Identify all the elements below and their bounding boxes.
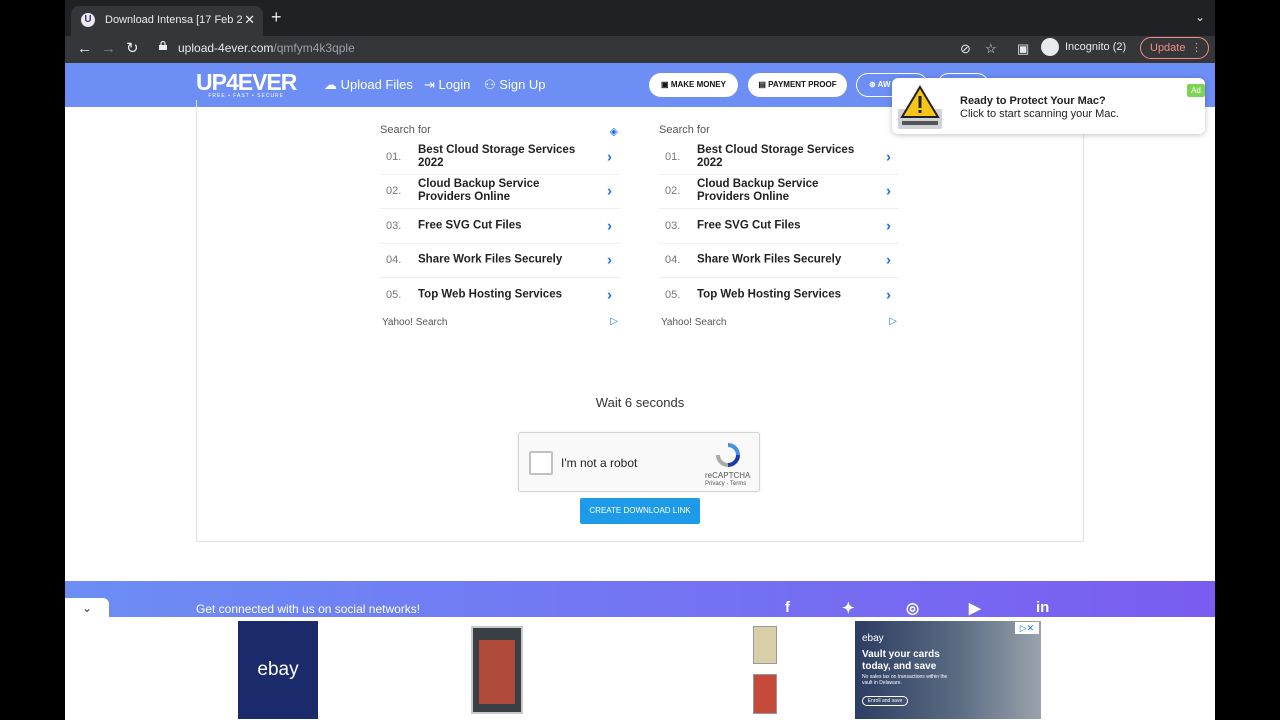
collapse-ad-button[interactable]: ⌄ [65, 598, 109, 618]
adchoices-icon[interactable]: ▷ [610, 316, 618, 327]
browser-window: U Download Intensa [17 Feb 2022 ✕ + ⌄ ← … [65, 0, 1215, 720]
ads-footer: Yahoo! Search ▷ [382, 315, 618, 328]
popup-subtitle: Click to start scanning your Mac. [960, 108, 1119, 120]
ads-footer: Yahoo! Search ▷ [661, 315, 897, 328]
ad-row[interactable]: 01. Best Cloud Storage Services 2022 › [659, 140, 899, 175]
chevron-right-icon: › [886, 148, 891, 166]
ad-row[interactable]: 02. Cloud Backup Service Providers Online… [659, 175, 899, 209]
ad-row[interactable]: 03. Free SVG Cut Files › [380, 209, 620, 244]
ad-row[interactable]: 05. Top Web Hosting Services › [380, 278, 620, 313]
incognito-indicator[interactable]: Incognito (2) [1041, 38, 1126, 58]
enroll-button[interactable]: Enroll and save [862, 696, 908, 706]
ad-row[interactable]: 03. Free SVG Cut Files › [659, 209, 899, 244]
search-ads-right: Search for 01. Best Cloud Storage Service… [659, 124, 899, 329]
bottom-banner-ad[interactable]: ebay ebay Vault your cards today, and sa… [65, 617, 1215, 720]
instagram-icon[interactable]: ◎ [906, 599, 919, 617]
nav-login[interactable]: ⇥ Login [424, 77, 470, 93]
eye-slash-icon[interactable]: ◈ [610, 125, 618, 138]
tab-bar: U Download Intensa [17 Feb 2022 ✕ + ⌄ [65, 0, 1215, 36]
facebook-icon[interactable]: f [785, 599, 790, 616]
chevron-right-icon: › [886, 286, 891, 304]
payment-proof-button[interactable]: ▤ PAYMENT PROOF [748, 73, 847, 97]
star-icon[interactable]: ☆ [985, 41, 997, 57]
favicon-icon: U [81, 13, 95, 27]
ad-row[interactable]: 04. Share Work Files Securely › [659, 244, 899, 278]
trading-card-image [753, 626, 777, 664]
forward-icon[interactable]: → [101, 40, 116, 58]
browser-toolbar: ← → ↻ upload-4ever.com/qmfym4k3qple ⊘ ☆ … [65, 36, 1215, 63]
chevron-right-icon: › [886, 182, 891, 200]
ebay-brand: ebay [862, 633, 884, 644]
make-money-button[interactable]: ▣ MAKE MONEY [649, 73, 738, 97]
ad-close-icon[interactable]: ▷✕ [1015, 622, 1039, 634]
ads-header: Search for [659, 124, 710, 136]
captcha-brand: reCAPTCHA [705, 471, 751, 480]
eye-slash-icon[interactable]: ⊘ [960, 41, 971, 57]
popup-title: Ready to Protect Your Mac? [960, 95, 1106, 107]
chevron-right-icon: › [607, 251, 612, 269]
recaptcha-widget: I'm not a robot reCAPTCHA Privacy - Term… [518, 432, 760, 492]
warning-icon [898, 85, 942, 129]
chevron-right-icon: › [607, 182, 612, 200]
lock-icon [159, 41, 167, 50]
tab-title: Download Intensa [17 Feb 2022 [105, 14, 243, 26]
create-download-link-button[interactable]: CREATE DOWNLOAD LINK [580, 498, 700, 524]
ad-subtext: No sales tax on transactions within the … [862, 674, 948, 686]
ad-row[interactable]: 04. Share Work Files Securely › [380, 244, 620, 278]
ebay-logo[interactable]: ebay [238, 621, 318, 719]
back-icon[interactable]: ← [77, 40, 92, 58]
adchoices-icon[interactable]: ▷ [889, 316, 897, 327]
search-ads-left: Search for ◈ 01. Best Cloud Storage Servic… [380, 124, 620, 329]
address-bar[interactable]: upload-4ever.com/qmfym4k3qple [151, 36, 1031, 60]
wait-countdown: Wait 6 seconds [595, 395, 685, 410]
ad-row[interactable]: 05. Top Web Hosting Services › [659, 278, 899, 313]
browser-tab[interactable]: U Download Intensa [17 Feb 2022 ✕ [71, 6, 263, 36]
reload-icon[interactable]: ↻ [126, 40, 139, 58]
chevron-down-icon[interactable]: ⌄ [1195, 10, 1205, 24]
incognito-icon [1041, 38, 1059, 56]
trading-card-image [471, 626, 523, 714]
trading-card-image [753, 674, 777, 714]
twitter-icon[interactable]: ✦ [842, 599, 855, 617]
more-menu-icon[interactable]: ⋮ [1191, 38, 1202, 58]
captcha-checkbox[interactable] [529, 451, 553, 475]
ads-header: Search for ◈ [380, 124, 618, 138]
linkedin-icon[interactable]: in [1036, 599, 1049, 616]
nav-upload-files[interactable]: ☁ Upload Files [324, 77, 413, 93]
chevron-down-icon: ⌄ [81, 601, 93, 615]
chevron-right-icon: › [886, 217, 891, 235]
youtube-icon[interactable]: ▶ [969, 599, 981, 617]
site-logo[interactable]: UP4EVER FREE • FAST • SECURE [196, 69, 297, 99]
nav-sign-up[interactable]: ⚇ Sign Up [484, 77, 546, 93]
update-button[interactable]: Update ⋮ [1140, 37, 1209, 59]
url-text: upload-4ever.com/qmfym4k3qple [178, 41, 355, 55]
close-tab-icon[interactable]: ✕ [244, 12, 255, 28]
site-footer: Get connected with us on social networks… [65, 581, 1215, 617]
chevron-right-icon: › [886, 251, 891, 269]
captcha-links[interactable]: Privacy - Terms [705, 481, 746, 487]
ad-row[interactable]: 01. Best Cloud Storage Services 2022 › [380, 140, 620, 175]
ad-row[interactable]: 02. Cloud Backup Service Providers Online… [380, 175, 620, 209]
chevron-right-icon: › [607, 217, 612, 235]
ad-badge: Ad [1187, 84, 1205, 97]
mac-ad-popup[interactable]: Ready to Protect Your Mac? Click to star… [892, 78, 1205, 134]
chevron-right-icon: › [607, 286, 612, 304]
captcha-label: I'm not a robot [561, 456, 638, 470]
side-panel-icon[interactable]: ▣ [1017, 41, 1029, 57]
chevron-right-icon: › [607, 148, 612, 166]
ad-headline: Vault your cards today, and save [862, 649, 940, 672]
footer-text: Get connected with us on social networks… [196, 602, 421, 616]
ebay-vault-ad[interactable]: ebay Vault your cards today, and save No… [855, 621, 1041, 719]
recaptcha-logo-icon [716, 443, 740, 467]
new-tab-icon[interactable]: + [271, 8, 282, 26]
